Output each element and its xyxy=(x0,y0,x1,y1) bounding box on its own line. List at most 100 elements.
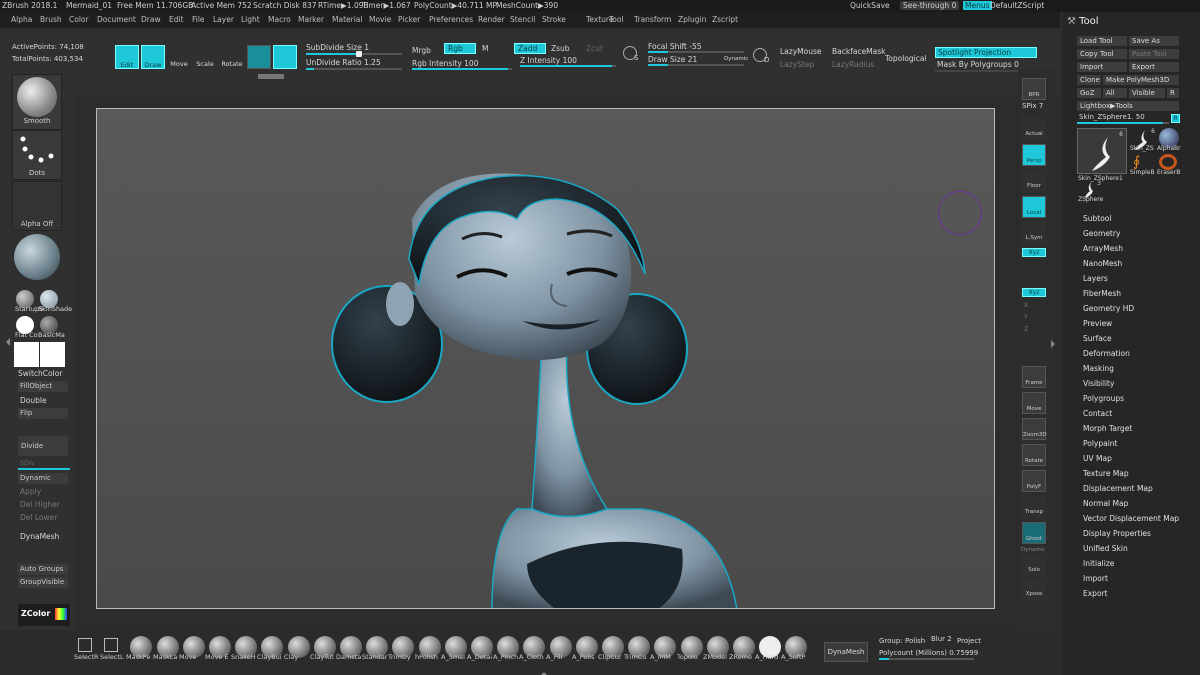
section-geometry[interactable]: Geometry xyxy=(1083,229,1120,238)
menu-stencil[interactable]: Stencil xyxy=(510,15,535,24)
lsym-button[interactable]: L.Sym xyxy=(1022,222,1046,244)
blur-slider[interactable]: Blur 2 xyxy=(931,635,952,643)
visible-button[interactable]: Visible xyxy=(1129,88,1165,98)
xyz-button-2[interactable]: Xyz xyxy=(1022,288,1046,297)
save-as-button[interactable]: Save As xyxy=(1129,36,1179,46)
transp-button[interactable]: Transp xyxy=(1022,496,1046,518)
z-intensity-track[interactable] xyxy=(520,65,616,67)
section-nanomesh[interactable]: NanoMesh xyxy=(1083,259,1122,268)
simple-brush-icon[interactable]: ∮ xyxy=(1133,154,1151,170)
toolbar-handle[interactable] xyxy=(258,74,284,79)
eraser-brush-icon[interactable] xyxy=(1159,154,1177,170)
menu-render[interactable]: Render xyxy=(478,15,505,24)
section-deformation[interactable]: Deformation xyxy=(1083,349,1130,358)
menu-zscript[interactable]: Zscript xyxy=(712,15,738,24)
double-button[interactable]: Double xyxy=(20,396,47,405)
rgb-button[interactable]: Rgb xyxy=(444,43,476,54)
s-gizmo-icon[interactable]: S xyxy=(623,46,638,62)
stroke-dots-button[interactable]: Dots xyxy=(12,130,62,180)
rgb-intensity-slider[interactable]: Rgb Intensity 100 xyxy=(412,59,478,68)
section-morph-target[interactable]: Morph Target xyxy=(1083,424,1132,433)
menu-edit[interactable]: Edit xyxy=(169,15,184,24)
y-axis-button[interactable]: Y xyxy=(1024,314,1028,321)
draw-size-track[interactable] xyxy=(648,64,744,66)
xpose-button[interactable]: Xpose xyxy=(1022,578,1046,600)
load-tool-button[interactable]: Load Tool xyxy=(1077,36,1127,46)
texture-button[interactable] xyxy=(12,234,62,284)
fill-object-button[interactable]: FillObject xyxy=(18,381,68,392)
r-toggle[interactable]: R xyxy=(1171,114,1180,123)
section-arraymesh[interactable]: ArrayMesh xyxy=(1083,244,1123,253)
polycount-slider[interactable]: Polycount (Millions) 0.75999 xyxy=(879,649,978,657)
del-higher-button[interactable]: Del Higher xyxy=(20,500,60,509)
yin-yang-icon[interactable] xyxy=(273,45,297,69)
clone-button[interactable]: Clone xyxy=(1077,75,1101,85)
section-fibermesh[interactable]: FiberMesh xyxy=(1083,289,1121,298)
draw-button[interactable]: Draw xyxy=(141,45,165,69)
section-layers[interactable]: Layers xyxy=(1083,274,1108,283)
tool-thumb-skin-zsphere[interactable]: 6 xyxy=(1077,128,1127,174)
menu-document[interactable]: Document xyxy=(97,15,136,24)
section-vector-displacement-map[interactable]: Vector Displacement Map xyxy=(1083,514,1179,523)
quicksave-button[interactable]: QuickSave xyxy=(850,1,890,10)
section-export[interactable]: Export xyxy=(1083,589,1108,598)
bpr-button[interactable]: BPR xyxy=(1022,78,1046,100)
smooth-brush-button[interactable]: Smooth xyxy=(12,74,62,130)
menu-marker[interactable]: Marker xyxy=(298,15,324,24)
backface-mask-button[interactable]: BackfaceMask xyxy=(832,47,886,56)
section-import[interactable]: Import xyxy=(1083,574,1108,583)
lightbox-tools-button[interactable]: Lightbox▶Tools xyxy=(1077,101,1179,111)
divide-button[interactable]: Divide xyxy=(18,436,68,456)
dynamic-toggle[interactable]: Dynamic xyxy=(724,56,748,62)
section-initialize[interactable]: Initialize xyxy=(1083,559,1114,568)
switch-color-button[interactable]: SwitchColor xyxy=(18,369,62,378)
menu-color[interactable]: Color xyxy=(69,15,89,24)
dynamesh-bottom-button[interactable]: DynaMesh xyxy=(824,642,868,662)
del-lower-button[interactable]: Del Lower xyxy=(20,513,57,522)
skin-track[interactable] xyxy=(1077,122,1169,124)
flip-button[interactable]: Flip xyxy=(18,408,68,419)
ghost-button[interactable]: Ghost xyxy=(1022,522,1046,544)
make-polymesh-button[interactable]: Make PolyMesh3D xyxy=(1103,75,1179,85)
slider-knob[interactable] xyxy=(356,51,362,57)
menu-picker[interactable]: Picker xyxy=(398,15,420,24)
copy-tool-button[interactable]: Copy Tool xyxy=(1077,49,1127,59)
section-normal-map[interactable]: Normal Map xyxy=(1083,499,1128,508)
floor-button[interactable]: Floor xyxy=(1022,170,1046,192)
section-preview[interactable]: Preview xyxy=(1083,319,1112,328)
viewport[interactable] xyxy=(96,108,995,609)
menu-draw[interactable]: Draw xyxy=(141,15,161,24)
frame-button[interactable]: Frame xyxy=(1022,366,1046,388)
menu-alpha[interactable]: Alpha xyxy=(11,15,32,24)
polyf-button[interactable]: PolyF xyxy=(1022,470,1046,492)
section-visibility[interactable]: Visibility xyxy=(1083,379,1114,388)
brush-selectr-icon[interactable] xyxy=(78,638,92,652)
brush-selectl-icon[interactable] xyxy=(104,638,118,652)
menu-stroke[interactable]: Stroke xyxy=(542,15,566,24)
collapse-right-icon[interactable] xyxy=(1051,340,1059,348)
scale-button[interactable]: Scale xyxy=(194,45,216,69)
secondary-color-swatch[interactable] xyxy=(40,342,65,367)
section-displacement-map[interactable]: Displacement Map xyxy=(1083,484,1153,493)
paste-tool-button[interactable]: Paste Tool xyxy=(1129,49,1179,59)
import-button[interactable]: Import xyxy=(1077,62,1127,72)
move-button[interactable]: Move xyxy=(168,45,190,69)
d-gizmo-icon[interactable]: D xyxy=(753,48,769,64)
section-display-properties[interactable]: Display Properties xyxy=(1083,529,1151,538)
spix-slider[interactable]: SPix 7 xyxy=(1022,102,1043,110)
main-color-swatch[interactable] xyxy=(14,342,39,367)
focal-shift-slider[interactable]: Focal Shift -55 xyxy=(648,42,702,51)
polycount-track[interactable] xyxy=(879,658,974,660)
draw-size-slider[interactable]: Draw Size 21 xyxy=(648,55,697,64)
expand-bottom-icon[interactable] xyxy=(540,668,548,675)
local-button[interactable]: Local xyxy=(1022,196,1046,218)
collapse-left-icon[interactable] xyxy=(2,338,10,346)
menu-brush[interactable]: Brush xyxy=(40,15,62,24)
menu-tool[interactable]: Tool xyxy=(609,15,624,24)
rotate-view-button[interactable]: Rotate xyxy=(1022,444,1046,466)
see-through-slider[interactable]: See-through 0 xyxy=(900,1,960,10)
dynamic-button[interactable]: Dynamic xyxy=(18,473,68,484)
group-visible-button[interactable]: GroupVisible xyxy=(18,577,68,588)
menu-light[interactable]: Light xyxy=(241,15,260,24)
x-axis-button[interactable]: X xyxy=(1024,302,1028,309)
